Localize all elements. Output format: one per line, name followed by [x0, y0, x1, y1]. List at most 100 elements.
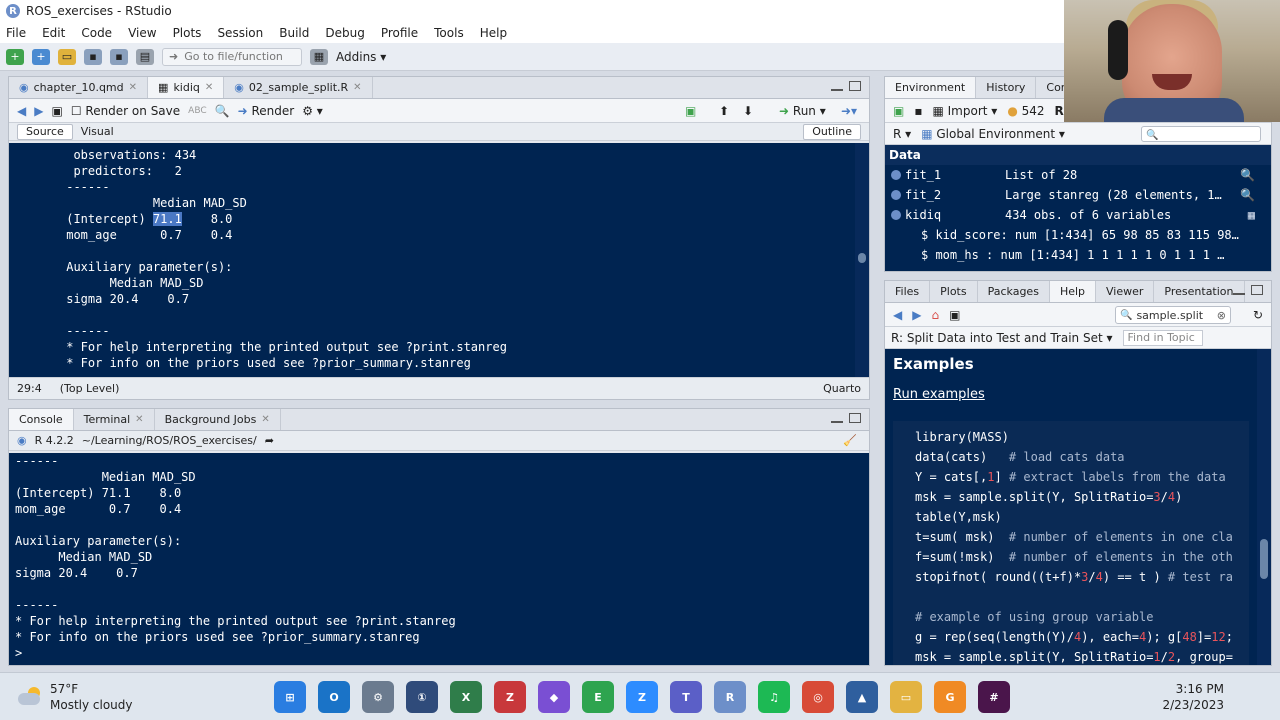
app-icon[interactable]: G [934, 681, 966, 713]
evernote-icon[interactable]: E [582, 681, 614, 713]
app-icon[interactable]: ▲ [846, 681, 878, 713]
tab-chapter-10[interactable]: ◉ chapter_10.qmd ✕ [9, 77, 149, 98]
chrome-icon[interactable]: ◎ [802, 681, 834, 713]
source-mode-button[interactable]: Source [17, 123, 73, 140]
code-area[interactable]: observations: 434 predictors: 2 ------ M… [9, 143, 869, 377]
minimize-icon[interactable] [831, 413, 843, 423]
selected-text[interactable]: 71.1 [152, 212, 182, 226]
expand-icon[interactable] [891, 210, 901, 220]
scope-indicator[interactable]: (Top Level) [60, 382, 120, 395]
clear-search-icon[interactable]: ⊗ [1217, 309, 1226, 322]
console-output[interactable]: ------ Median MAD_SD (Intercept) 71.1 8.… [9, 453, 869, 665]
go-up-icon[interactable]: ⬆ [719, 104, 729, 118]
close-icon[interactable]: ✕ [129, 82, 137, 93]
save-workspace-icon[interactable]: ▪ [914, 104, 922, 118]
tab-history[interactable]: History [976, 77, 1037, 98]
run-button[interactable]: ➜ Run ▾ [779, 104, 826, 118]
obsidian-icon[interactable]: ◆ [538, 681, 570, 713]
render-button[interactable]: ➜ Render [238, 104, 295, 118]
load-workspace-icon[interactable]: ▣ [893, 104, 904, 118]
tab-help[interactable]: Help [1049, 281, 1097, 302]
render-on-save-checkbox[interactable]: ☐ Render on Save [71, 104, 180, 118]
tab-background-jobs[interactable]: Background Jobs ✕ [155, 409, 281, 430]
search-icon[interactable]: 🔍 [1240, 188, 1255, 202]
visual-mode-button[interactable]: Visual [73, 124, 122, 140]
maximize-icon[interactable] [849, 413, 861, 423]
system-clock[interactable]: 3:16 PM 2/23/2023 [1162, 681, 1224, 713]
new-project-icon[interactable]: + [32, 48, 50, 65]
back-arrow-icon[interactable]: ◀ [893, 308, 902, 322]
go-down-icon[interactable]: ⬇ [743, 104, 753, 118]
language-select[interactable]: R ▾ [893, 127, 911, 141]
scrollbar-thumb[interactable] [858, 253, 866, 263]
menu-tools[interactable]: Tools [434, 26, 464, 40]
forward-arrow-icon[interactable]: ▶ [912, 308, 921, 322]
menu-debug[interactable]: Debug [325, 26, 364, 40]
start-icon[interactable]: ⊞ [274, 681, 306, 713]
minimize-icon[interactable] [831, 81, 843, 91]
memory-usage[interactable]: ● 542 [1007, 104, 1044, 118]
env-row-fit-2[interactable]: fit_2 Large stanreg (28 elements, 1… 🔍 [885, 185, 1271, 205]
search-icon[interactable]: 🔍 [1240, 168, 1255, 182]
help-topic-select[interactable]: R: Split Data into Test and Train Set ▾ [891, 331, 1113, 345]
menu-plots[interactable]: Plots [173, 26, 202, 40]
find-in-topic-input[interactable]: Find in Topic [1122, 329, 1203, 346]
insert-chunk-icon[interactable]: ▣ [685, 104, 696, 118]
rstudio-taskbar-icon[interactable]: R [714, 681, 746, 713]
menu-view[interactable]: View [128, 26, 156, 40]
env-row-kidiq[interactable]: kidiq 434 obs. of 6 variables ▦ [885, 205, 1271, 225]
close-icon[interactable]: ✕ [135, 414, 143, 425]
scrollbar-thumb[interactable] [1260, 539, 1268, 579]
console-prompt[interactable]: > [15, 646, 22, 660]
zoom-icon[interactable]: Z [626, 681, 658, 713]
file-explorer-icon[interactable]: ▭ [890, 681, 922, 713]
new-file-icon[interactable]: + [6, 48, 24, 65]
tab-environment[interactable]: Environment [885, 77, 977, 98]
tab-plots[interactable]: Plots [930, 281, 978, 302]
back-arrow-icon[interactable]: ◀ [17, 104, 26, 118]
save-all-icon[interactable]: ▪ [110, 48, 128, 65]
env-row-fit-1[interactable]: fit_1 List of 28 🔍 [885, 165, 1271, 185]
tab-console[interactable]: Console [9, 409, 74, 430]
show-in-window-icon[interactable]: ▣ [949, 308, 960, 322]
addins-menu[interactable]: Addins ▾ [336, 50, 386, 64]
clear-console-icon[interactable]: 🧹 [843, 434, 857, 447]
import-dataset-button[interactable]: ▦ Import ▾ [932, 104, 997, 118]
minimize-icon[interactable] [1233, 285, 1245, 295]
outlook-icon[interactable]: O [318, 681, 350, 713]
menu-help[interactable]: Help [480, 26, 507, 40]
environment-search-input[interactable]: 🔍 [1141, 126, 1261, 142]
home-icon[interactable]: ⌂ [931, 308, 939, 322]
close-icon[interactable]: ✕ [261, 414, 269, 425]
spreadsheet-icon[interactable]: X [450, 681, 482, 713]
maximize-icon[interactable] [1251, 285, 1263, 295]
editor-scrollbar[interactable] [855, 143, 869, 377]
menu-session[interactable]: Session [217, 26, 263, 40]
go-to-file-input[interactable]: ➜ Go to file/function [162, 47, 302, 66]
open-file-icon[interactable]: ▭ [58, 48, 76, 65]
forward-arrow-icon[interactable]: ▶ [34, 104, 43, 118]
menu-profile[interactable]: Profile [381, 26, 418, 40]
find-icon[interactable]: 🔍 [215, 104, 230, 118]
settings-icon[interactable]: ⚙ [362, 681, 394, 713]
tab-viewer[interactable]: Viewer [1096, 281, 1155, 302]
spellcheck-icon[interactable]: ABC [188, 106, 206, 116]
file-type[interactable]: Quarto [823, 382, 861, 395]
print-icon[interactable]: ▤ [136, 48, 154, 65]
go-to-directory-icon[interactable]: ➦ [265, 434, 274, 447]
menu-build[interactable]: Build [279, 26, 309, 40]
teams-icon[interactable]: T [670, 681, 702, 713]
gear-icon[interactable]: ⚙ ▾ [302, 104, 323, 118]
refresh-icon[interactable]: ↻ [1253, 308, 1263, 322]
close-icon[interactable]: ✕ [353, 82, 361, 93]
tab-packages[interactable]: Packages [978, 281, 1050, 302]
close-icon[interactable]: ✕ [205, 82, 213, 93]
menu-file[interactable]: File [6, 26, 26, 40]
working-directory[interactable]: ~/Learning/ROS/ROS_exercises/ [82, 434, 257, 447]
spotify-icon[interactable]: ♫ [758, 681, 790, 713]
help-search-input[interactable]: 🔍 sample.split ⊗ [1115, 306, 1231, 324]
show-in-window-icon[interactable]: ▣ [51, 104, 62, 118]
maximize-icon[interactable] [849, 81, 861, 91]
password-manager-icon[interactable]: ① [406, 681, 438, 713]
weather-widget[interactable]: 57°F Mostly cloudy [18, 681, 133, 713]
